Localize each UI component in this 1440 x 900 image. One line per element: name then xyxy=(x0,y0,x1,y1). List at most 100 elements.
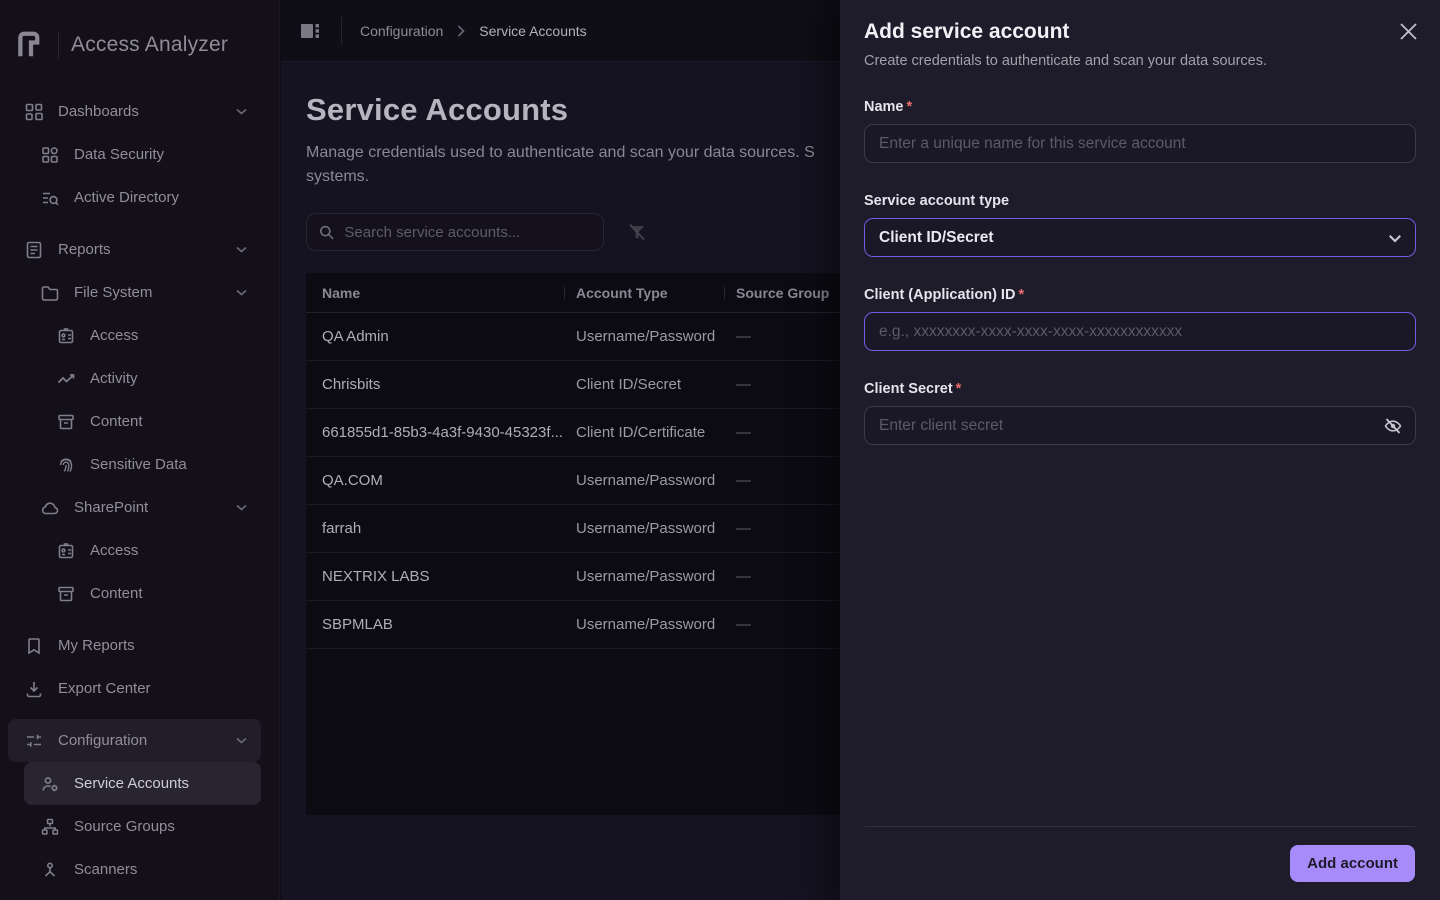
sidebar-item-label: Export Center xyxy=(58,680,151,697)
sidebar-item-fs-sensitive-data[interactable]: Sensitive Data xyxy=(8,443,261,486)
row-account-type: Username/Password xyxy=(576,520,716,537)
sidebar-item-dashboards[interactable]: Dashboards xyxy=(8,90,261,133)
sidebar-item-sp-content[interactable]: Content xyxy=(8,572,261,615)
sidebar-item-file-system[interactable]: File System xyxy=(8,271,261,314)
add-service-account-drawer: Add service account Create credentials t… xyxy=(840,0,1440,900)
sidebar-item-sp-access[interactable]: Access xyxy=(8,529,261,572)
chevron-down-icon xyxy=(236,504,247,511)
row-account-type: Username/Password xyxy=(576,472,716,489)
row-account-type: Client ID/Certificate xyxy=(576,424,706,441)
clear-filter-icon[interactable] xyxy=(626,221,648,243)
client-id-input[interactable] xyxy=(879,322,1401,341)
label-text: Name xyxy=(864,99,904,115)
row-account-type: Username/Password xyxy=(576,616,716,633)
client-id-field xyxy=(864,312,1416,351)
sidebar-item-label: Content xyxy=(90,413,143,430)
hierarchy-icon xyxy=(41,818,59,835)
activity-icon xyxy=(57,373,75,383)
name-field-label: Name * xyxy=(864,99,1416,115)
sidebar-item-label: Activity xyxy=(90,370,138,387)
fingerprint-icon xyxy=(59,457,73,472)
row-account-type: Client ID/Secret xyxy=(576,376,682,393)
drawer-subtitle: Create credentials to authenticate and s… xyxy=(864,53,1268,69)
search-input[interactable] xyxy=(344,223,591,241)
sidebar-item-label: Content xyxy=(90,585,143,602)
sidebar-item-data-security[interactable]: Data Security xyxy=(8,133,261,176)
chevron-down-icon xyxy=(236,108,247,115)
sidebar-nav: Dashboards Data Security Active Director… xyxy=(0,86,279,891)
sidebar-item-label: Access xyxy=(90,542,139,559)
client-secret-field-label: Client Secret * xyxy=(864,381,1416,397)
archive-box-icon xyxy=(58,414,74,429)
sidebar-item-label: Active Directory xyxy=(74,189,180,206)
chevron-down-icon xyxy=(236,246,247,253)
topbar-divider xyxy=(341,16,342,45)
row-name: farrah xyxy=(322,520,362,537)
brand-icon xyxy=(18,31,40,57)
column-header-name[interactable]: Name xyxy=(306,285,576,301)
sidebar-item-label: File System xyxy=(74,284,153,301)
sidebar-item-label: Dashboards xyxy=(58,103,139,120)
sidebar-item-label: Scanners xyxy=(74,861,138,878)
data-security-icon xyxy=(42,146,58,163)
sidebar-item-sharepoint[interactable]: SharePoint xyxy=(8,486,261,529)
row-name: NEXTRIX LABS xyxy=(322,568,430,585)
label-text: Client Secret xyxy=(864,381,953,397)
sidebar-item-scanners[interactable]: Scanners xyxy=(8,848,261,891)
sidebar-item-active-directory[interactable]: Active Directory xyxy=(8,176,261,219)
row-name: SBPMLAB xyxy=(322,616,393,633)
breadcrumb-parent[interactable]: Configuration xyxy=(360,23,443,39)
client-secret-input[interactable] xyxy=(879,416,1401,435)
sidebar-item-source-groups[interactable]: Source Groups xyxy=(8,805,261,848)
sidebar-item-reports[interactable]: Reports xyxy=(8,228,261,271)
account-type-select[interactable]: Client ID/Secret xyxy=(864,218,1416,257)
row-account-type: Username/Password xyxy=(576,328,716,345)
dashboards-icon xyxy=(25,103,43,120)
drawer-footer: Add account xyxy=(840,826,1440,900)
account-type-field-label: Service account type xyxy=(864,193,1010,209)
app-logo: Access Analyzer xyxy=(0,8,279,86)
sidebar-item-fs-access[interactable]: Access xyxy=(8,314,261,357)
scanner-icon xyxy=(44,861,56,877)
download-icon xyxy=(26,681,42,697)
user-gear-icon xyxy=(42,776,58,791)
sidebar-item-fs-content[interactable]: Content xyxy=(8,400,261,443)
app-name: Access Analyzer xyxy=(71,33,229,56)
sidebar-item-export-center[interactable]: Export Center xyxy=(8,667,261,710)
sidebar-item-label: Reports xyxy=(58,241,111,258)
sidebar-collapse-icon[interactable] xyxy=(297,18,323,44)
sidebar-item-fs-activity[interactable]: Activity xyxy=(8,357,261,400)
eye-off-icon[interactable] xyxy=(1383,416,1403,436)
sidebar-item-service-accounts[interactable]: Service Accounts xyxy=(24,762,261,805)
id-badge-icon xyxy=(58,542,74,558)
required-marker: * xyxy=(1018,287,1025,303)
label-text: Client (Application) ID xyxy=(864,287,1016,303)
client-id-field-label: Client (Application) ID * xyxy=(864,287,1416,303)
row-name: 661855d1-85b3-4a3f-9430-45323f... xyxy=(322,424,564,441)
sidebar-item-label: My Reports xyxy=(58,637,135,654)
active-directory-icon xyxy=(43,192,59,205)
drawer-title: Add service account xyxy=(864,20,1070,43)
sidebar-item-configuration[interactable]: Configuration xyxy=(8,719,261,762)
breadcrumb-current: Service Accounts xyxy=(479,22,587,39)
search-box[interactable] xyxy=(306,213,604,251)
account-type-value: Client ID/Secret xyxy=(879,228,994,246)
sidebar-item-my-reports[interactable]: My Reports xyxy=(8,624,261,667)
row-name: Chrisbits xyxy=(322,376,381,393)
add-account-button[interactable]: Add account xyxy=(1290,845,1415,882)
close-icon[interactable] xyxy=(1399,22,1418,41)
sidebar-item-label: Configuration xyxy=(58,732,148,749)
logo-divider xyxy=(58,32,59,58)
column-header-account-type[interactable]: Account Type xyxy=(564,285,736,301)
name-input[interactable] xyxy=(879,134,1401,153)
id-badge-icon xyxy=(58,327,74,343)
reports-icon xyxy=(26,241,42,258)
row-account-type: Username/Password xyxy=(576,568,716,585)
row-name: QA Admin xyxy=(322,328,389,345)
sidebar-item-label: Data Security xyxy=(74,146,165,163)
search-icon xyxy=(319,225,334,239)
sidebar-item-label: Service Accounts xyxy=(74,775,190,792)
sidebar-item-label: Source Groups xyxy=(74,818,175,835)
chevron-down-icon xyxy=(1389,235,1401,243)
sidebar-item-label: Access xyxy=(90,327,139,344)
